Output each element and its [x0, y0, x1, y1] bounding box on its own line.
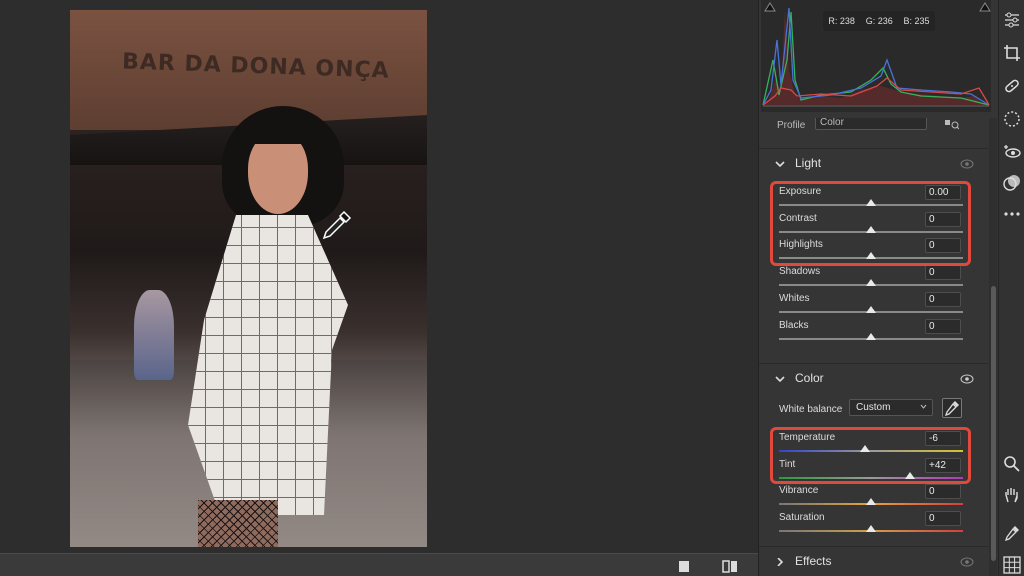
grid-icon[interactable] — [1003, 556, 1021, 574]
photo-preview[interactable]: BAR DA DONA ONÇA — [70, 10, 427, 547]
red-eye-icon[interactable] — [1003, 143, 1021, 161]
color-section-header[interactable]: Color — [759, 363, 989, 393]
chevron-right-icon — [777, 558, 784, 566]
profile-row: Profile Color — [759, 118, 989, 134]
effects-section-header[interactable]: Effects — [759, 546, 989, 576]
effects-section: Effects — [759, 546, 989, 576]
shadows-slider-row: Shadows 0 — [759, 264, 989, 291]
masking-icon[interactable] — [1003, 110, 1021, 128]
saturation-slider-row: Saturation 0 — [759, 510, 989, 537]
photo-legs — [198, 500, 278, 547]
scrollbar-grip[interactable] — [991, 286, 996, 561]
vibrance-value-field[interactable]: 0 — [925, 484, 961, 499]
shadows-label: Shadows — [779, 266, 821, 278]
white-balance-label: White balance — [779, 404, 843, 415]
image-canvas[interactable]: BAR DA DONA ONÇA — [0, 0, 758, 553]
rgb-r: R: 238 — [828, 16, 855, 26]
panel-scrollbar[interactable] — [989, 118, 997, 576]
sampler-eyedropper-icon[interactable] — [1003, 524, 1021, 542]
photo-fringe — [240, 114, 320, 144]
shadows-slider-thumb[interactable] — [866, 279, 876, 287]
before-after-view-icon[interactable] — [722, 560, 738, 573]
blacks-value-field[interactable]: 0 — [925, 318, 961, 334]
white-balance-select[interactable]: Custom — [849, 399, 933, 416]
zoom-icon[interactable] — [1003, 455, 1021, 473]
visibility-eye-icon[interactable] — [960, 159, 974, 169]
profile-label: Profile — [777, 120, 806, 131]
histogram: R: 238 G: 236 B: 235 — [761, 0, 991, 112]
saturation-slider-thumb[interactable] — [866, 524, 876, 532]
blacks-slider-thumb[interactable] — [866, 332, 876, 340]
chevron-down-icon — [775, 161, 785, 168]
shadow-clipping-warning-icon[interactable] — [764, 2, 776, 12]
shadows-value-field[interactable]: 0 — [925, 265, 961, 281]
vibrance-slider-thumb[interactable] — [866, 498, 876, 505]
crop-icon[interactable] — [1003, 44, 1021, 62]
rgb-b: B: 235 — [903, 16, 930, 26]
edit-sliders-icon[interactable] — [1003, 11, 1021, 29]
camera-raw-window: BAR DA DONA ONÇA R: 238 G: 236 B: 235 Pr… — [0, 0, 1024, 576]
bottom-toolbar — [0, 553, 758, 576]
saturation-value-field[interactable]: 0 — [925, 510, 961, 526]
visibility-eye-icon[interactable] — [960, 374, 974, 384]
whites-slider-row: Whites 0 — [759, 291, 989, 318]
hand-icon[interactable] — [1003, 486, 1021, 504]
white-balance-row: White balance Custom — [759, 397, 989, 421]
visibility-eye-icon[interactable] — [960, 557, 974, 567]
highlight-clipping-warning-icon[interactable] — [979, 2, 991, 12]
rgb-g: G: 236 — [865, 16, 893, 26]
photo-background-person — [134, 290, 174, 380]
chevron-down-icon — [775, 376, 785, 383]
light-title: Light — [795, 156, 822, 170]
presets-icon[interactable] — [1003, 174, 1021, 192]
panel-scroll-area[interactable]: Profile Color Light Exposure 0.00 Contrast… — [759, 118, 989, 576]
profile-select[interactable]: Color — [815, 118, 927, 130]
vibrance-label: Vibrance — [779, 485, 819, 496]
rgb-readout: R: 238 G: 236 B: 235 — [823, 11, 935, 31]
more-options-icon[interactable] — [1003, 205, 1021, 223]
tool-rail — [998, 0, 1024, 576]
vibrance-slider-row: Vibrance 0 — [759, 483, 989, 510]
photo-dress — [188, 215, 348, 515]
adjustments-panel: R: 238 G: 236 B: 235 Profile Color Light… — [758, 0, 998, 576]
wb-highlight-box — [770, 427, 971, 484]
color-title: Color — [795, 371, 824, 385]
eyedropper-icon — [944, 401, 959, 417]
whites-label: Whites — [779, 292, 810, 304]
blacks-slider-row: Blacks 0 — [759, 318, 989, 345]
chevron-down-icon — [920, 404, 927, 409]
effects-title: Effects — [795, 554, 832, 568]
saturation-label: Saturation — [779, 511, 825, 523]
blacks-label: Blacks — [779, 319, 809, 331]
light-highlight-box — [770, 181, 971, 266]
profile-browser-icon[interactable] — [945, 118, 959, 130]
whites-value-field[interactable]: 0 — [925, 291, 961, 307]
photo-face — [248, 132, 308, 214]
white-balance-eyedropper-button[interactable] — [942, 398, 962, 418]
light-section-header[interactable]: Light — [759, 148, 989, 178]
healing-bandage-icon[interactable] — [1003, 77, 1021, 95]
single-view-icon[interactable] — [678, 560, 690, 573]
whites-slider-thumb[interactable] — [866, 305, 876, 313]
eyedropper-cursor-icon — [322, 210, 352, 240]
